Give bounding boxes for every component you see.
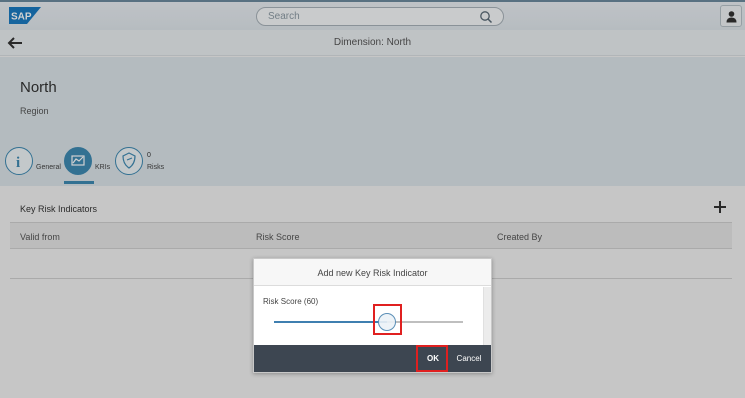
cancel-button[interactable]: Cancel [452,349,486,369]
risk-score-label: Risk Score (60) [263,297,319,306]
dialog-header: Add new Key Risk Indicator [254,259,491,286]
dialog-body: Risk Score (60) [254,287,491,345]
dialog-scrollbar[interactable] [483,287,491,345]
slider-fill [274,321,388,323]
ok-button-highlight [416,345,448,372]
add-kri-dialog: Add new Key Risk Indicator Risk Score (6… [253,258,492,373]
dialog-title: Add new Key Risk Indicator [317,268,428,278]
slider-handle-highlight [373,304,403,335]
risk-score-slider[interactable] [274,321,463,323]
dialog-footer: OK Cancel [254,345,491,372]
